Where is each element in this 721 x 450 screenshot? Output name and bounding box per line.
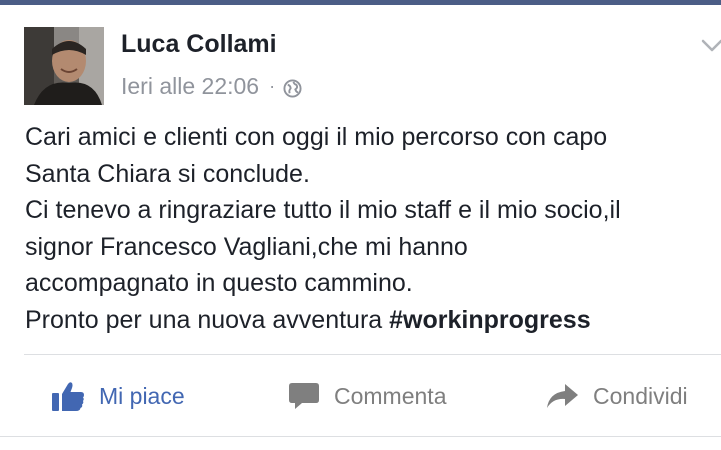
meta-separator: · (269, 75, 276, 96)
post-text-line: signor Francesco Vagliani,che mi hanno (25, 232, 468, 261)
like-label: Mi piace (99, 382, 185, 409)
post-timestamp[interactable]: Ieri alle 22:06 (121, 73, 259, 100)
post-text-last-line: Pronto per una nuova avventura #workinpr… (25, 302, 721, 339)
share-arrow-icon (547, 384, 578, 408)
globe-icon (283, 77, 302, 98)
hashtag-link[interactable]: #workinprogress (389, 306, 590, 334)
comment-label: Commenta (334, 382, 447, 409)
share-label: Condividi (593, 382, 688, 409)
post-text-line: Cari amici e clienti con oggi il mio per… (25, 123, 608, 151)
avatar[interactable] (24, 27, 104, 105)
top-bar (0, 0, 721, 5)
author-name[interactable]: Luca Collami (121, 30, 277, 59)
post-text: Cari amici e clienti con oggi il mio per… (25, 119, 721, 338)
post-text-line: accompagnato in questo cammino. (25, 269, 413, 297)
chevron-down-icon[interactable] (700, 36, 721, 56)
share-button[interactable]: Condividi (545, 374, 688, 418)
divider (0, 436, 721, 437)
thumbs-up-icon (52, 382, 84, 411)
divider (24, 354, 721, 355)
comment-icon (289, 383, 319, 409)
like-button[interactable]: Mi piace (51, 374, 185, 418)
post-text-last-line-text: Pronto per una nuova avventura (25, 305, 390, 334)
post-text-line: Ci tenevo a ringraziare tutto il mio sta… (25, 196, 621, 224)
post-text-line: Santa Chiara si conclude. (25, 159, 310, 188)
post-meta: Ieri alle 22:06 · (121, 72, 302, 100)
comment-button[interactable]: Commenta (288, 374, 446, 418)
